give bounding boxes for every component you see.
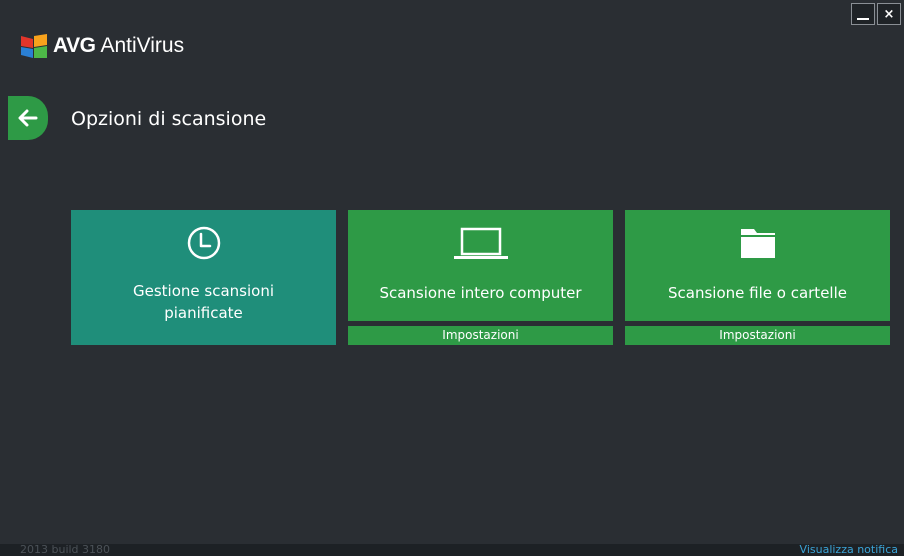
brand-name: AVG	[53, 34, 96, 57]
minimize-button[interactable]	[851, 3, 875, 25]
close-button[interactable]: ×	[877, 3, 901, 25]
view-notification-link[interactable]: Visualizza notifica	[800, 543, 898, 556]
back-button[interactable]	[8, 96, 48, 140]
minimize-icon	[857, 17, 869, 20]
avg-logo-icon	[21, 34, 47, 58]
scheduled-scans-label: Gestione scansioni pianificate	[133, 280, 274, 324]
product-name: AntiVirus	[100, 34, 185, 57]
whole-computer-settings-button[interactable]: Impostazioni	[348, 326, 613, 345]
scheduled-scans-tile[interactable]: Gestione scansioni pianificate	[71, 210, 336, 345]
whole-computer-scan-tile[interactable]: Scansione intero computer	[348, 210, 613, 321]
scheduled-scans-label-line2: pianificate	[164, 304, 243, 322]
arrow-left-icon	[18, 109, 38, 127]
clock-icon	[186, 225, 222, 261]
app-logo: AVG AntiVirus	[19, 33, 184, 59]
build-info: 2013 build 3180	[20, 543, 111, 556]
files-folders-scan-label: Scansione file o cartelle	[668, 284, 847, 302]
scheduled-scans-label-line1: Gestione scansioni	[133, 282, 274, 300]
whole-computer-scan-label: Scansione intero computer	[379, 284, 582, 302]
files-folders-settings-button[interactable]: Impostazioni	[625, 326, 890, 345]
footer-bar	[0, 544, 904, 556]
window-controls: ×	[851, 3, 901, 25]
page-title: Opzioni di scansione	[71, 108, 267, 130]
close-icon: ×	[883, 6, 895, 22]
files-folders-scan-tile[interactable]: Scansione file o cartelle	[625, 210, 890, 321]
laptop-icon	[451, 225, 511, 261]
folder-icon	[738, 225, 778, 261]
app-window: × AVG AntiVirus Opzioni di scansione Ges…	[0, 0, 904, 556]
